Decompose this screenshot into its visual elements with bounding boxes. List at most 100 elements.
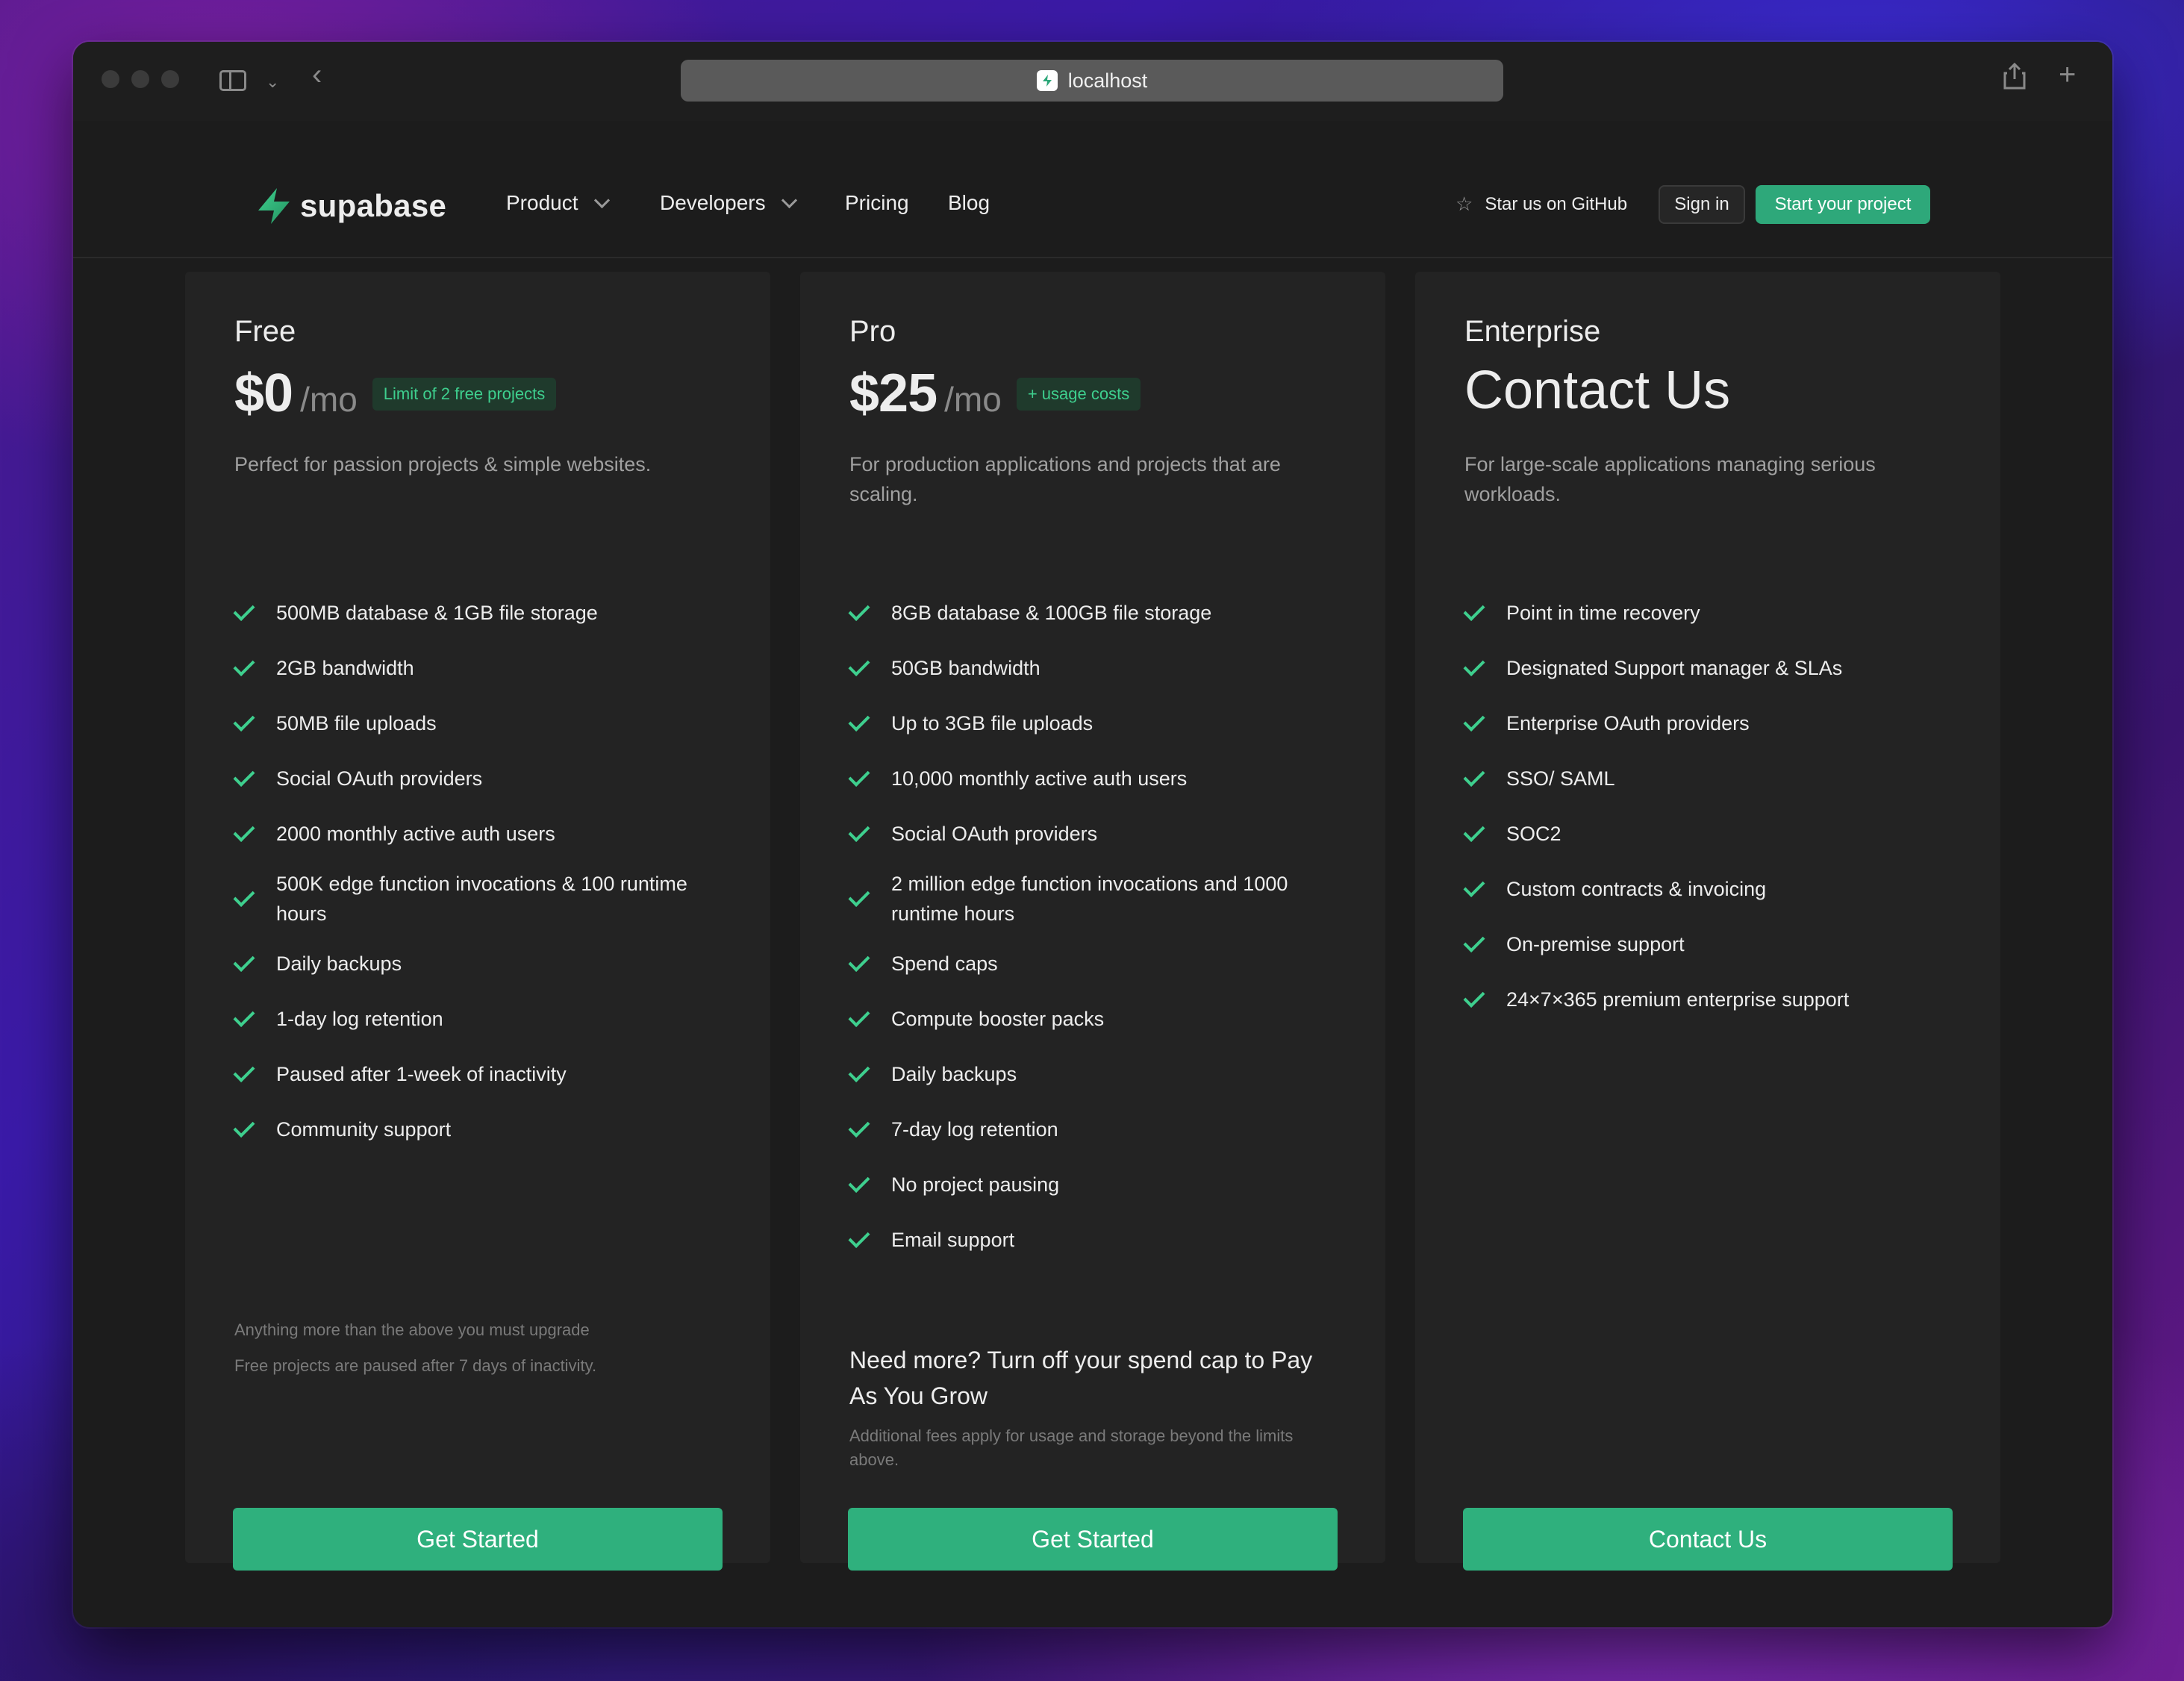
address-text: localhost xyxy=(1067,69,1148,92)
feature-list: Point in time recovery Designated Suppor… xyxy=(1463,585,1972,1027)
plan-note: Anything more than the above you must up… xyxy=(234,1320,590,1339)
feature-item: 8GB database & 100GB file storage xyxy=(848,585,1357,640)
plan-price: $0 xyxy=(234,364,293,423)
nav-blog-label: Blog xyxy=(948,191,990,214)
feature-item: Up to 3GB file uploads xyxy=(848,696,1357,751)
check-icon xyxy=(848,654,870,676)
feature-item: Email support xyxy=(848,1212,1357,1267)
check-icon xyxy=(1463,709,1485,732)
supabase-logo[interactable]: supabase xyxy=(255,187,446,225)
feature-item: Daily backups xyxy=(848,1047,1357,1102)
plan-name: Enterprise xyxy=(1464,315,1601,348)
feature-item: 2 million edge function invocations and … xyxy=(848,861,1357,936)
feature-item: 500K edge function invocations & 100 run… xyxy=(233,861,742,936)
check-icon xyxy=(848,1226,870,1248)
feature-item: Social OAuth providers xyxy=(848,806,1357,861)
contact-us-button[interactable]: Contact Us xyxy=(1463,1508,1953,1571)
sidebar-toggle-icon[interactable] xyxy=(219,70,246,91)
check-icon xyxy=(233,1060,255,1082)
check-icon xyxy=(1463,875,1485,897)
nav-product-label: Product xyxy=(506,191,578,214)
check-icon xyxy=(848,709,870,732)
check-icon xyxy=(1463,820,1485,842)
nav-product[interactable]: Product xyxy=(506,191,610,215)
nav-blog[interactable]: Blog xyxy=(948,191,990,215)
feature-list: 8GB database & 100GB file storage 50GB b… xyxy=(848,585,1357,1267)
close-window-button[interactable] xyxy=(102,70,119,88)
check-icon xyxy=(233,1115,255,1138)
site-navbar: supabase Product Developers Pricing Blog… xyxy=(73,121,2112,258)
price-row: $0 /mo Limit of 2 free projects xyxy=(234,363,557,424)
feature-item: 500MB database & 1GB file storage xyxy=(233,585,742,640)
plan-note: Free projects are paused after 7 days of… xyxy=(234,1356,597,1375)
github-star-label: Star us on GitHub xyxy=(1485,193,1628,214)
check-icon xyxy=(233,820,255,842)
check-icon xyxy=(848,764,870,787)
check-icon xyxy=(848,1005,870,1027)
check-icon xyxy=(848,1170,870,1193)
price-row: $25 /mo + usage costs xyxy=(849,363,1141,424)
feature-item: Daily backups xyxy=(233,936,742,991)
check-icon xyxy=(848,1115,870,1138)
check-icon xyxy=(233,949,255,972)
chevron-down-icon xyxy=(593,192,610,208)
plan-note: Additional fees apply for usage and stor… xyxy=(849,1426,1294,1469)
check-icon xyxy=(848,949,870,972)
check-icon xyxy=(848,820,870,842)
pay-as-you-grow-title: Need more? Turn off your spend cap to Pa… xyxy=(849,1347,1313,1409)
browser-window: ⌄ ‹ localhost + supabase Product Develop… xyxy=(73,42,2112,1627)
minimize-window-button[interactable] xyxy=(131,70,149,88)
check-icon xyxy=(1463,599,1485,621)
price-period: /mo xyxy=(944,380,1002,419)
feature-item: 24×7×365 premium enterprise support xyxy=(1463,972,1972,1027)
get-started-button[interactable]: Get Started xyxy=(848,1508,1338,1571)
check-icon xyxy=(233,599,255,621)
nav-pricing-label: Pricing xyxy=(845,191,909,214)
plan-headline: Contact Us xyxy=(1464,361,1731,420)
pricing-card-enterprise: Enterprise Contact Us For large-scale ap… xyxy=(1415,272,2000,1571)
feature-item: Paused after 1-week of inactivity xyxy=(233,1047,742,1102)
back-icon[interactable]: ‹ xyxy=(312,60,322,90)
feature-item: 2GB bandwidth xyxy=(233,640,742,696)
check-icon xyxy=(233,709,255,732)
site-favicon-icon xyxy=(1036,70,1058,91)
nav-developers[interactable]: Developers xyxy=(660,191,797,215)
plan-description: For large-scale applications managing se… xyxy=(1464,453,1876,505)
feature-item: Compute booster packs xyxy=(848,991,1357,1047)
chevron-down-icon[interactable]: ⌄ xyxy=(266,69,279,96)
nav-pricing[interactable]: Pricing xyxy=(845,191,909,215)
feature-item: Spend caps xyxy=(848,936,1357,991)
feature-item: On-premise support xyxy=(1463,917,1972,972)
feature-item: Point in time recovery xyxy=(1463,585,1972,640)
check-icon xyxy=(1463,930,1485,952)
zoom-window-button[interactable] xyxy=(161,70,179,88)
share-icon[interactable] xyxy=(2003,62,2026,95)
plan-name: Pro xyxy=(849,315,896,348)
pricing-card-pro: Pro $25 /mo + usage costs For production… xyxy=(800,272,1385,1571)
plan-badge: Limit of 2 free projects xyxy=(372,378,557,411)
feature-item: Community support xyxy=(233,1102,742,1157)
check-icon xyxy=(1463,654,1485,676)
check-icon xyxy=(233,654,255,676)
get-started-button[interactable]: Get Started xyxy=(233,1508,723,1571)
check-icon xyxy=(233,885,255,907)
start-project-button[interactable]: Start your project xyxy=(1756,185,1930,224)
github-star-link[interactable]: ☆ Star us on GitHub xyxy=(1456,193,1627,216)
sign-in-button[interactable]: Sign in xyxy=(1659,185,1745,224)
chevron-down-icon xyxy=(781,192,797,208)
plan-description: Perfect for passion projects & simple we… xyxy=(234,453,652,475)
address-bar[interactable]: localhost xyxy=(681,60,1503,102)
feature-item: 7-day log retention xyxy=(848,1102,1357,1157)
feature-item: Custom contracts & invoicing xyxy=(1463,861,1972,917)
feature-item: 2000 monthly active auth users xyxy=(233,806,742,861)
pricing-card-free: Free $0 /mo Limit of 2 free projects Per… xyxy=(185,272,770,1571)
new-tab-icon[interactable]: + xyxy=(2059,60,2076,90)
supabase-bolt-icon xyxy=(258,188,290,224)
feature-item: SSO/ SAML xyxy=(1463,751,1972,806)
feature-item: Social OAuth providers xyxy=(233,751,742,806)
check-icon xyxy=(233,764,255,787)
feature-item: 10,000 monthly active auth users xyxy=(848,751,1357,806)
check-icon xyxy=(848,885,870,907)
check-icon xyxy=(1463,764,1485,787)
feature-item: 50GB bandwidth xyxy=(848,640,1357,696)
